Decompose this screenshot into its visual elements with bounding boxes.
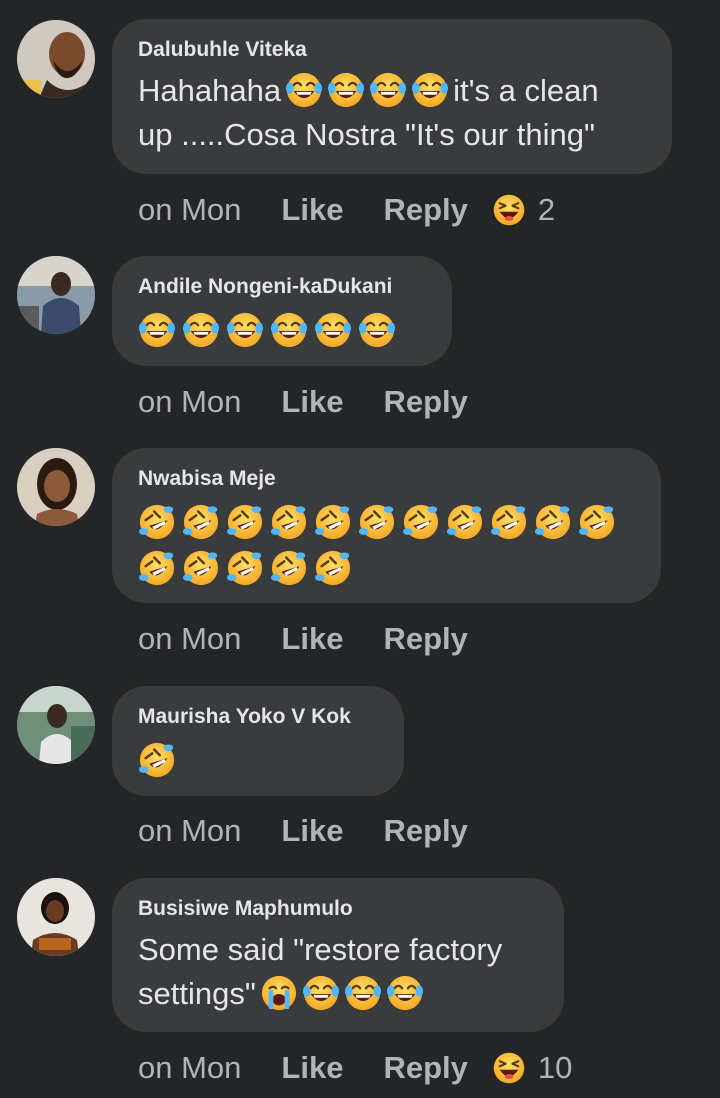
rolling-laughing-emoji [270, 503, 308, 541]
tears-of-joy-emoji [302, 974, 340, 1012]
rolling-laughing-emoji [182, 549, 220, 587]
tears-of-joy-emoji [358, 311, 396, 349]
rolling-laughing-emoji [314, 549, 352, 587]
comment-actions: on Mon Like Reply 2 [138, 190, 555, 230]
reply-button[interactable]: Reply [383, 1050, 467, 1086]
rolling-laughing-emoji [270, 549, 308, 587]
tears-of-joy-emoji [386, 974, 424, 1012]
reaction-count: 10 [537, 1050, 573, 1085]
tears-of-joy-emoji [182, 311, 220, 349]
tears-of-joy-emoji [344, 974, 382, 1012]
comment-actions: on Mon Like Reply [138, 382, 492, 422]
comment-timestamp[interactable]: on Mon [138, 192, 241, 228]
rolling-laughing-emoji [578, 503, 616, 541]
reply-button[interactable]: Reply [383, 621, 467, 657]
comment-timestamp[interactable]: on Mon [138, 1050, 241, 1086]
tears-of-joy-emoji [369, 71, 407, 109]
comment-author[interactable]: Andile Nongeni-kaDukani [138, 274, 426, 300]
avatar[interactable] [17, 878, 95, 956]
comment-timestamp[interactable]: on Mon [138, 813, 241, 849]
avatar-image [17, 878, 95, 956]
like-button[interactable]: Like [281, 813, 343, 849]
avatar[interactable] [17, 448, 95, 526]
avatar[interactable] [17, 686, 95, 764]
emoji-group [138, 740, 378, 780]
comment-text-line: up .....Cosa Nostra "It's our thing" [138, 117, 595, 152]
emoji-group [285, 71, 449, 109]
emoji-group [138, 310, 426, 350]
comment-author[interactable]: Nwabisa Meje [138, 466, 635, 492]
rolling-laughing-emoji [402, 503, 440, 541]
crying-emoji [260, 974, 298, 1012]
comment-author[interactable]: Busisiwe Maphumulo [138, 896, 538, 922]
like-button[interactable]: Like [281, 621, 343, 657]
emoji-group [138, 502, 635, 542]
tears-of-joy-emoji [270, 311, 308, 349]
comment-bubble: Busisiwe Maphumulo Some said "restore fa… [112, 878, 564, 1032]
rolling-laughing-emoji [490, 503, 528, 541]
emoji-group [138, 548, 635, 588]
reaction-summary[interactable]: 2 [492, 192, 555, 228]
comment-text-line: Some said "restore factory [138, 932, 503, 967]
comment-text: settings" [138, 972, 538, 1016]
comment-bubble: Nwabisa Meje [112, 448, 661, 603]
tears-of-joy-emoji [411, 71, 449, 109]
reaction-summary[interactable]: 10 [492, 1050, 572, 1086]
comment-text: Hahahaha it's a clean [138, 69, 646, 113]
like-button[interactable]: Like [281, 1050, 343, 1086]
rolling-laughing-emoji [138, 503, 176, 541]
laughing-reaction-icon [492, 193, 526, 227]
rolling-laughing-emoji [226, 503, 264, 541]
reply-button[interactable]: Reply [383, 813, 467, 849]
avatar-image [17, 256, 95, 334]
rolling-laughing-emoji [314, 503, 352, 541]
rolling-laughing-emoji [358, 503, 396, 541]
reaction-count: 2 [537, 192, 556, 227]
laughing-reaction-icon [492, 1051, 526, 1085]
comment-timestamp[interactable]: on Mon [138, 621, 241, 657]
comment-bubble: Maurisha Yoko V Kok [112, 686, 404, 796]
tears-of-joy-emoji [327, 71, 365, 109]
tears-of-joy-emoji [314, 311, 352, 349]
reply-button[interactable]: Reply [383, 384, 467, 420]
avatar[interactable] [17, 20, 95, 98]
like-button[interactable]: Like [281, 192, 343, 228]
comment-text-part: it's a clean [453, 73, 599, 108]
tears-of-joy-emoji [226, 311, 264, 349]
avatar-image [17, 20, 95, 98]
comment-text-part: Hahahaha [138, 73, 282, 108]
rolling-laughing-emoji [138, 741, 176, 779]
rolling-laughing-emoji [182, 503, 220, 541]
rolling-laughing-emoji [446, 503, 484, 541]
comment-timestamp[interactable]: on Mon [138, 384, 241, 420]
avatar[interactable] [17, 256, 95, 334]
reply-button[interactable]: Reply [383, 192, 467, 228]
comment-actions: on Mon Like Reply 10 [138, 1048, 572, 1088]
comment-author[interactable]: Dalubuhle Viteka [138, 37, 646, 63]
avatar-image [17, 686, 95, 764]
rolling-laughing-emoji [534, 503, 572, 541]
comment-bubble: Dalubuhle Viteka Hahahaha it's a clean up… [112, 19, 672, 174]
comment-text-part: settings" [138, 976, 256, 1011]
like-button[interactable]: Like [281, 384, 343, 420]
emoji-group [260, 974, 424, 1012]
tears-of-joy-emoji [285, 71, 323, 109]
rolling-laughing-emoji [226, 549, 264, 587]
comment-actions: on Mon Like Reply [138, 811, 492, 851]
avatar-image [17, 448, 95, 526]
rolling-laughing-emoji [138, 549, 176, 587]
comment-author[interactable]: Maurisha Yoko V Kok [138, 704, 378, 730]
tears-of-joy-emoji [138, 311, 176, 349]
comment-actions: on Mon Like Reply [138, 619, 492, 659]
comment-bubble: Andile Nongeni-kaDukani [112, 256, 452, 366]
